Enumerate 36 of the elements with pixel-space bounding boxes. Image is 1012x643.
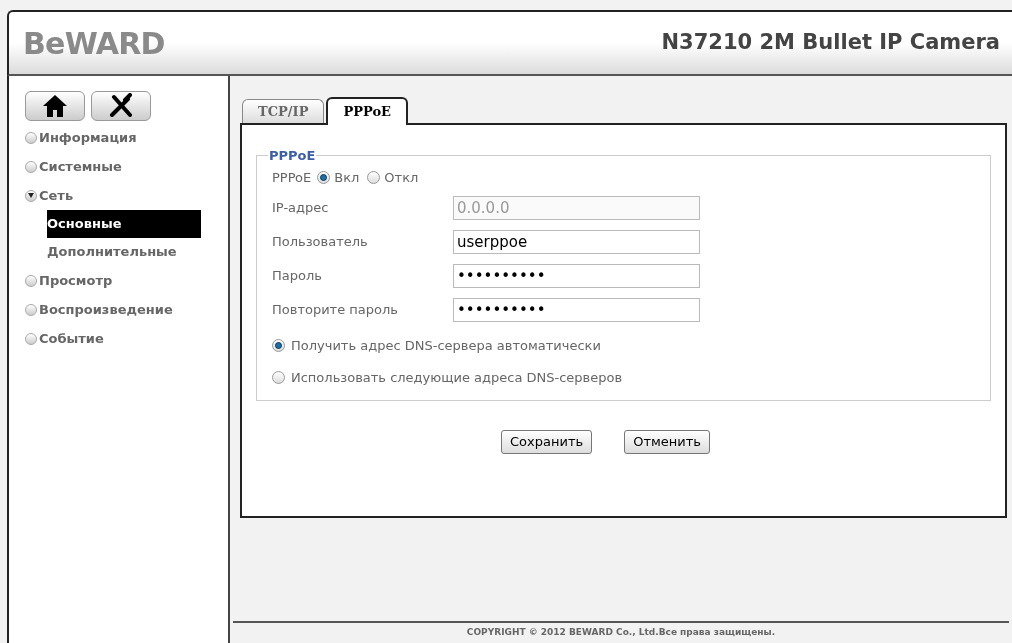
radio-label: Получить адрес DNS-сервера автоматически [291,336,601,355]
radio-label: Вкл [334,168,360,187]
home-button[interactable] [25,91,85,121]
tools-icon [108,93,134,119]
menu-item[interactable]: Системные [39,156,122,177]
radio-button[interactable] [317,171,331,184]
tab[interactable]: PPPoE [326,97,408,125]
input-field[interactable]: •••••••••• [453,297,700,322]
radio-button[interactable] [272,339,285,352]
menu-item[interactable]: Событие [39,328,104,349]
submenu-item[interactable]: Основные [47,210,201,238]
field-label: IP-адрес [272,198,330,217]
copyright-text: COPYRIGHT © 2012 BEWARD Co., Ltd.Все права защищены. [466,626,776,640]
camera-title: N37210 2M Bullet IP Camera [661,29,1000,57]
radio-label: Откл [384,168,419,187]
settings-button[interactable] [91,91,151,121]
cancel-button[interactable]: Отменить [624,429,710,454]
radio-button[interactable] [272,371,285,384]
field-label: Пользователь [272,232,369,251]
field-label: Повторите пароль [272,300,399,319]
group-legend: PPPoE [268,146,317,166]
field-label: Пароль [272,266,323,285]
menu-item[interactable]: Информация [39,127,137,148]
input-field[interactable]: •••••••••• [453,263,700,288]
radio-label: Использовать следующие адреса DNS-серверов [291,368,623,387]
tab[interactable]: TCP/IP [242,99,325,123]
logo: BeWARD [23,24,165,63]
menu-item[interactable]: Просмотр [39,270,113,291]
radio-button[interactable] [367,171,381,184]
field-label: PPPoE [272,168,312,187]
menu-item[interactable]: Сеть [39,185,74,206]
home-icon [42,94,68,118]
input-field[interactable]: userppoe [453,229,700,254]
submenu-item[interactable]: Дополнительные [47,238,201,266]
menu-item[interactable]: Воспроизведение [39,299,173,320]
save-button[interactable]: Сохранить [501,429,593,454]
